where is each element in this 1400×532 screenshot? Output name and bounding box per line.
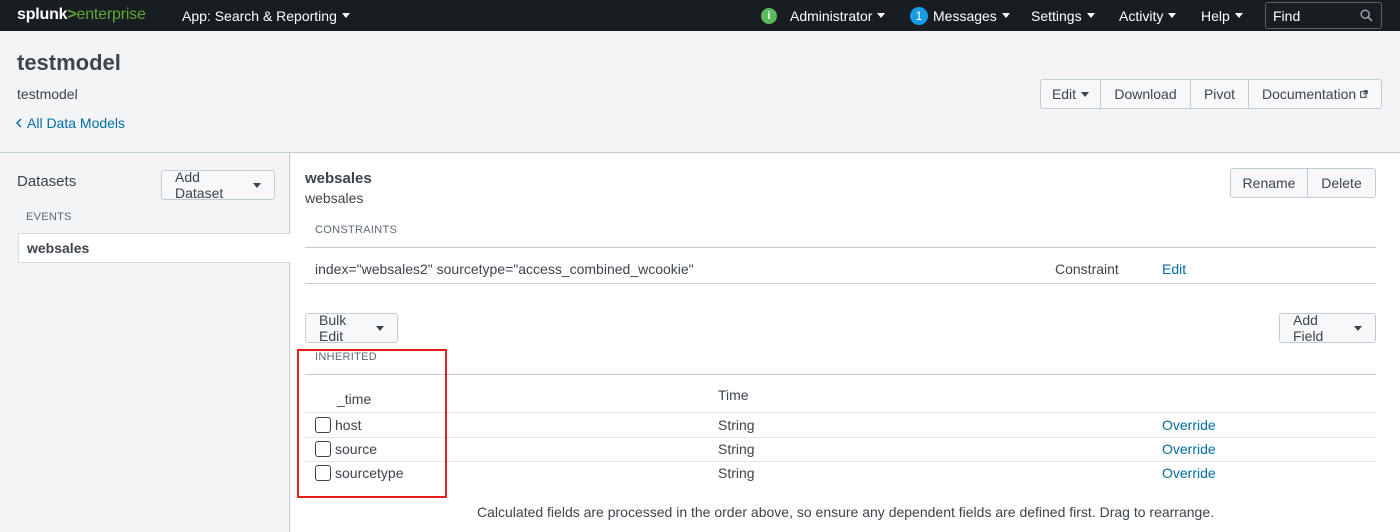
chevron-down-icon xyxy=(253,182,261,188)
add-field-button[interactable]: Add Field xyxy=(1279,312,1376,344)
settings-menu[interactable]: Settings xyxy=(1031,0,1095,31)
chevron-down-icon xyxy=(1354,325,1362,331)
model-actions: Edit Download Pivot Documentation xyxy=(1040,79,1382,109)
pivot-button[interactable]: Pivot xyxy=(1191,79,1249,109)
field-type: String xyxy=(718,417,755,433)
logo-gt: > xyxy=(67,6,77,23)
all-data-models-link[interactable]: All Data Models xyxy=(16,115,125,131)
edit-button-label: Edit xyxy=(1051,86,1077,102)
activity-menu-label: Activity xyxy=(1119,7,1164,24)
documentation-button[interactable]: Documentation xyxy=(1249,79,1382,109)
help-menu-label: Help xyxy=(1201,7,1230,24)
dataset-subtitle: websales xyxy=(305,190,364,206)
chevron-down-icon xyxy=(1086,13,1095,18)
field-row-sourcetype: sourcetype String Override xyxy=(305,461,1376,485)
app-menu[interactable]: App: Search & Reporting xyxy=(182,0,350,31)
add-dataset-button[interactable]: Add Dataset xyxy=(161,169,275,201)
splunk-logo[interactable]: splunk>enterprise xyxy=(17,6,146,24)
settings-menu-label: Settings xyxy=(1031,7,1082,24)
chevron-down-icon xyxy=(341,13,350,18)
back-link-label: All Data Models xyxy=(27,115,126,131)
chevron-down-icon xyxy=(1168,13,1177,18)
highlight-annotation-box xyxy=(297,349,447,498)
sidebar-item-label: websales xyxy=(27,240,90,256)
dataset-title: websales xyxy=(305,170,372,187)
constraint-type: Constraint xyxy=(1055,261,1119,277)
page-subtitle: testmodel xyxy=(17,86,78,102)
help-menu[interactable]: Help xyxy=(1201,0,1243,31)
add-field-label: Add Field xyxy=(1293,312,1324,344)
constraint-row-divider xyxy=(305,283,1376,284)
override-link[interactable]: Override xyxy=(1162,465,1216,481)
constraints-label: CONSTRAINTS xyxy=(315,224,398,236)
find-input[interactable]: Find xyxy=(1265,2,1382,29)
add-dataset-label: Add Dataset xyxy=(175,169,224,201)
field-row-host: host String Override xyxy=(305,413,1376,437)
messages-menu[interactable]: 1 Messages xyxy=(910,0,1010,31)
chevron-down-icon xyxy=(1001,13,1010,18)
field-row-source: source String Override xyxy=(305,437,1376,461)
top-nav-bar: splunk>enterprise App: Search & Reportin… xyxy=(0,0,1400,31)
inherited-divider xyxy=(305,374,1376,375)
chevron-left-icon xyxy=(16,118,22,128)
bulk-edit-label: Bulk Edit xyxy=(319,312,347,344)
download-button-label: Download xyxy=(1114,86,1177,102)
messages-count-badge: 1 xyxy=(910,6,928,25)
external-link-icon xyxy=(1360,90,1368,98)
activity-menu[interactable]: Activity xyxy=(1119,0,1177,31)
search-icon xyxy=(1360,9,1373,22)
chevron-down-icon xyxy=(1234,13,1243,18)
bulk-edit-button[interactable]: Bulk Edit xyxy=(305,312,398,344)
field-row-time: _time Time xyxy=(305,387,1376,411)
events-section-label: EVENTS xyxy=(26,211,72,223)
user-menu[interactable]: i Administrator xyxy=(761,0,886,31)
constraint-edit-link[interactable]: Edit xyxy=(1162,261,1186,277)
constraints-divider xyxy=(305,247,1376,248)
info-status-icon: i xyxy=(761,7,777,24)
field-type: String xyxy=(718,441,755,457)
edit-button[interactable]: Edit xyxy=(1040,79,1101,109)
user-menu-label: Administrator xyxy=(790,7,873,24)
pivot-button-label: Pivot xyxy=(1203,86,1236,102)
rename-button-label: Rename xyxy=(1242,175,1296,191)
datasets-sidebar: Datasets Add Dataset EVENTS websales xyxy=(0,153,291,532)
field-type: String xyxy=(718,465,755,481)
page-title: testmodel xyxy=(17,50,121,75)
delete-button-label: Delete xyxy=(1321,175,1362,191)
chevron-down-icon xyxy=(877,13,886,18)
find-placeholder: Find xyxy=(1273,7,1301,24)
datasets-title: Datasets xyxy=(17,173,77,190)
chevron-down-icon xyxy=(1081,91,1090,97)
app-menu-label: App: Search & Reporting xyxy=(182,7,337,24)
documentation-button-label: Documentation xyxy=(1262,86,1357,102)
delete-button[interactable]: Delete xyxy=(1308,168,1376,198)
field-type: Time xyxy=(718,387,749,403)
logo-prefix: splunk xyxy=(17,6,68,23)
override-link[interactable]: Override xyxy=(1162,441,1216,457)
constraint-row: index="websales2" sourcetype="access_com… xyxy=(315,261,1376,281)
calculated-fields-note: Calculated fields are processed in the o… xyxy=(477,504,1214,520)
messages-menu-label: Messages xyxy=(933,7,997,24)
logo-suffix: enterprise xyxy=(76,6,146,23)
sidebar-item-websales[interactable]: websales xyxy=(18,233,291,263)
constraint-expression: index="websales2" sourcetype="access_com… xyxy=(315,261,694,277)
dataset-actions: Rename Delete xyxy=(1230,168,1376,198)
rename-button[interactable]: Rename xyxy=(1230,168,1308,198)
dataset-panel: websales websales Rename Delete CONSTRAI… xyxy=(291,153,1400,532)
download-button[interactable]: Download xyxy=(1101,79,1191,109)
chevron-down-icon xyxy=(376,325,384,331)
override-link[interactable]: Override xyxy=(1162,417,1216,433)
